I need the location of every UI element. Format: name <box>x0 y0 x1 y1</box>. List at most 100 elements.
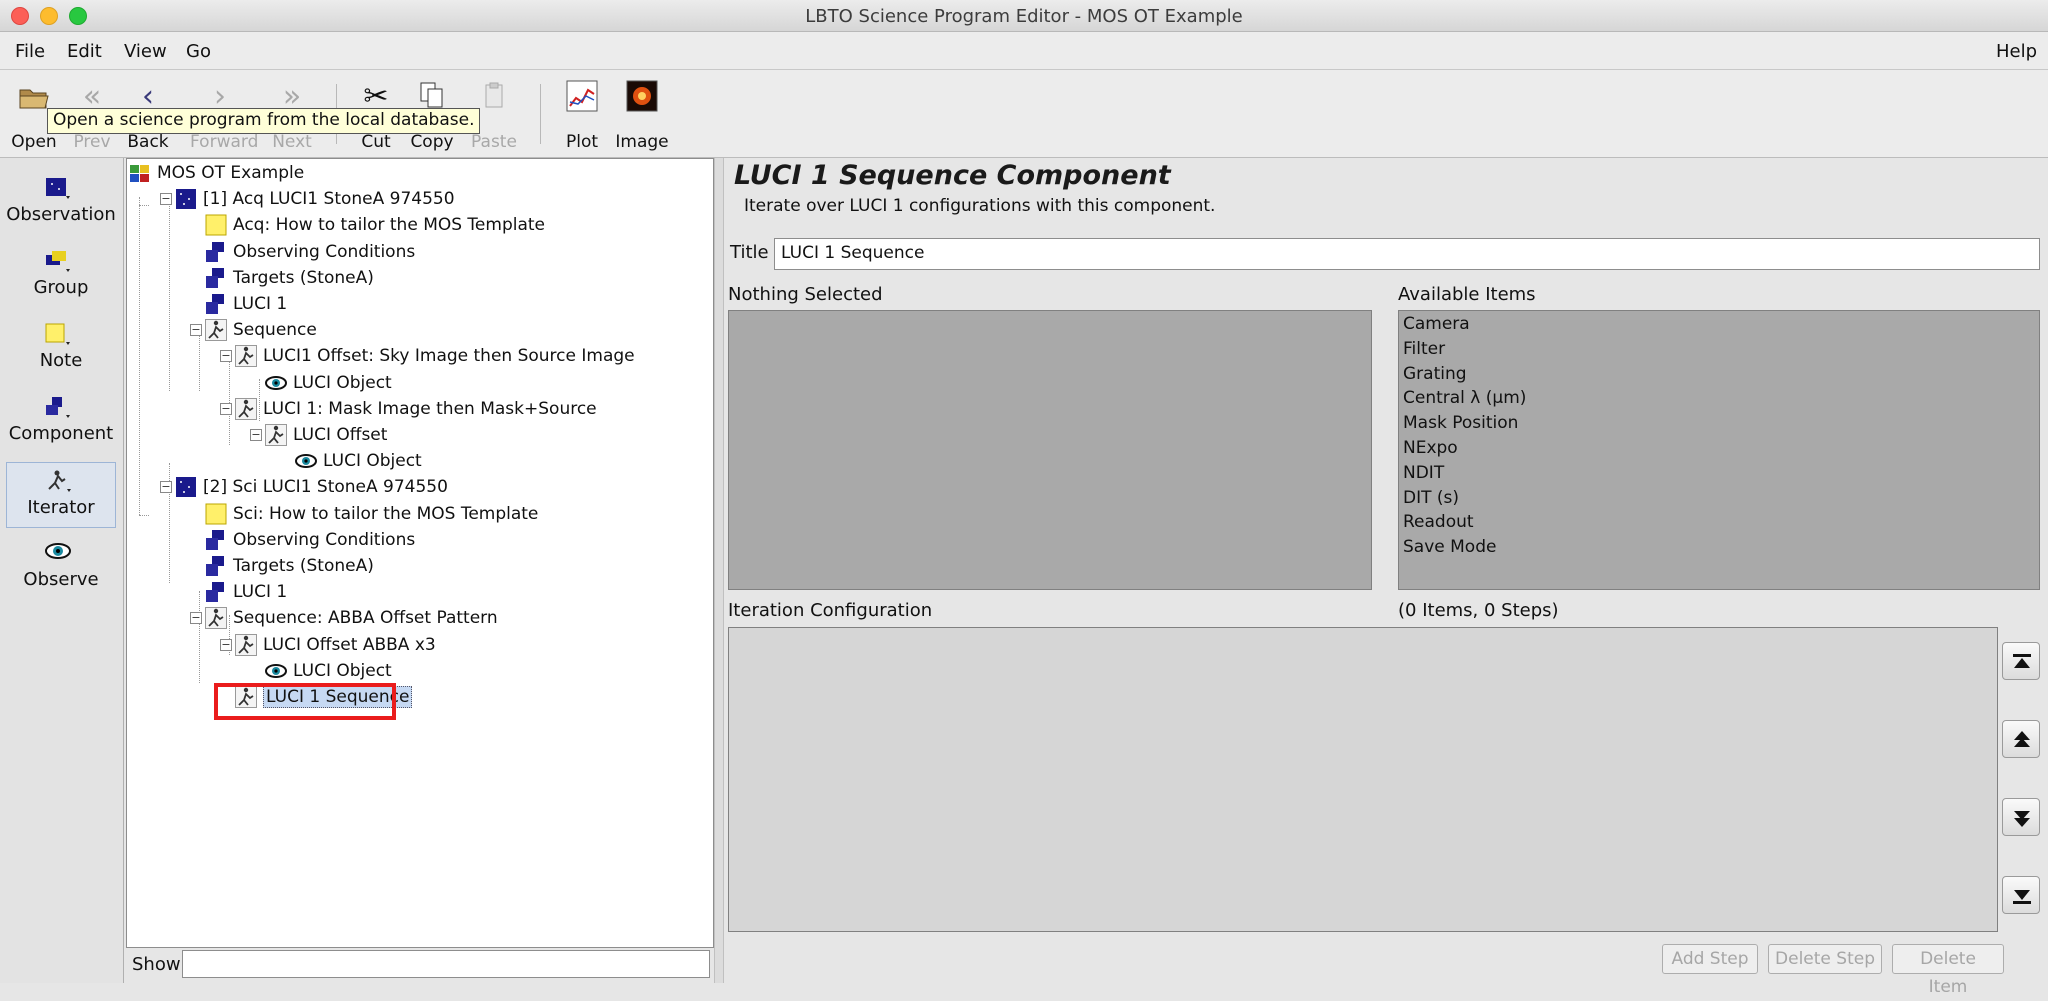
delete-item-button[interactable]: Delete Item <box>1892 944 2004 997</box>
available-item[interactable]: Filter <box>1403 339 1445 359</box>
collapse-toggle[interactable]: − <box>250 429 262 441</box>
available-item[interactable]: Central λ (µm) <box>1403 388 1526 408</box>
available-item[interactable]: Camera <box>1403 314 1470 334</box>
collapse-toggle[interactable]: − <box>220 350 232 363</box>
collapse-toggle[interactable]: − <box>190 324 202 337</box>
plot-button[interactable]: Plot <box>552 78 612 156</box>
palette-note[interactable]: Note <box>6 316 116 382</box>
component-icon <box>205 267 227 289</box>
tree-node[interactable]: LUCI 1 <box>205 580 287 604</box>
tree-node-label: LUCI 1 <box>233 294 288 314</box>
eye-icon <box>44 541 74 567</box>
available-item[interactable]: Save Mode <box>1403 537 1496 557</box>
show-input[interactable] <box>182 950 710 978</box>
tree-node-label: LUCI Object <box>293 660 392 681</box>
tree-node[interactable]: Sci: How to tailor the MOS Template <box>205 502 538 526</box>
move-up-button[interactable] <box>2002 720 2040 758</box>
tree-node[interactable]: Observing Conditions <box>205 240 415 264</box>
collapse-toggle[interactable]: − <box>160 481 172 494</box>
tree-node[interactable]: LUCI Offset ABBA x3 <box>235 633 436 657</box>
add-step-button[interactable]: Add Step <box>1662 944 1758 974</box>
move-to-top-button[interactable] <box>2002 642 2040 680</box>
program-tree: MOS OT Example [1] Acq LUCI1 StoneA 97455… <box>126 158 714 948</box>
tree-node[interactable]: MOS OT Example <box>129 161 304 185</box>
menu-go[interactable]: Go <box>186 41 211 62</box>
tree-node[interactable]: Targets (StoneA) <box>205 266 374 290</box>
tree-node[interactable]: LUCI Object <box>265 371 392 395</box>
move-down-button[interactable] <box>2002 798 2040 836</box>
palette-observation[interactable]: Observation <box>6 170 116 236</box>
available-item[interactable]: Grating <box>1403 364 1467 384</box>
palette-group[interactable]: Group <box>6 243 116 309</box>
tree-node[interactable]: LUCI Object <box>295 449 422 473</box>
palette-component[interactable]: Component <box>6 389 116 455</box>
tree-node-label: Targets (StoneA) <box>233 556 374 576</box>
selected-items-list[interactable] <box>728 310 1372 590</box>
collapse-toggle[interactable]: − <box>160 193 172 206</box>
move-up-icon <box>2014 731 2030 747</box>
menu-edit[interactable]: Edit <box>67 41 102 62</box>
collapse-toggle[interactable]: − <box>190 612 202 625</box>
tree-connector <box>199 327 200 391</box>
prev-label: Prev <box>73 132 111 152</box>
tree-node[interactable]: Observing Conditions <box>205 528 415 552</box>
iteration-table[interactable] <box>728 627 1998 932</box>
collapse-toggle[interactable]: − <box>220 402 232 415</box>
plot-label: Plot <box>565 132 599 152</box>
tree-node-label: Acq: How to tailor the MOS Template <box>233 215 546 236</box>
tree-connector <box>169 199 170 391</box>
tree-node[interactable]: Acq: How to tailor the MOS Template <box>205 213 545 237</box>
eye-icon <box>265 660 287 682</box>
available-item[interactable]: NExpo <box>1403 438 1458 458</box>
tree-node-label: Sci: How to tailor the MOS Template <box>233 503 539 524</box>
tree-node-label: Observing Conditions <box>233 529 416 550</box>
tree-node[interactable]: Targets (StoneA) <box>205 554 374 578</box>
image-button[interactable]: Image <box>612 78 672 156</box>
tree-node[interactable]: Sequence: ABBA Offset Pattern <box>205 606 498 630</box>
tree-node[interactable]: LUCI1 Offset: Sky Image then Source Imag… <box>235 344 635 368</box>
tree-connector <box>199 591 200 683</box>
available-item[interactable]: Readout <box>1403 512 1474 532</box>
image-icon <box>625 80 659 114</box>
split-divider[interactable] <box>714 158 724 983</box>
title-field[interactable]: LUCI 1 Sequence <box>774 238 2040 270</box>
available-item[interactable]: NDIT <box>1403 463 1444 483</box>
tree-node[interactable]: LUCI 1 <box>205 292 287 316</box>
tree-node[interactable]: LUCI Object <box>265 659 392 683</box>
palette-observe[interactable]: Observe <box>6 535 116 601</box>
selected-node-highlight <box>214 683 396 720</box>
tree-node-label: [1] Acq LUCI1 StoneA 974550 <box>203 189 455 210</box>
window-title: LBTO Science Program Editor - MOS OT Exa… <box>805 6 1243 27</box>
available-item[interactable]: DIT (s) <box>1403 488 1459 508</box>
tree-node[interactable]: [1] Acq LUCI1 StoneA 974550 <box>175 187 455 211</box>
iterator-icon <box>205 319 227 342</box>
move-to-bottom-button[interactable] <box>2002 876 2040 914</box>
show-bar: Show <box>126 948 714 983</box>
menu-view[interactable]: View <box>124 41 167 62</box>
tree-connector <box>229 353 230 445</box>
menu-file[interactable]: File <box>15 41 45 62</box>
clipboard-icon <box>477 80 511 114</box>
tree-node-label: LUCI 1: Mask Image then Mask+Source <box>263 398 597 419</box>
editor-description: Iterate over LUCI 1 configurations with … <box>744 196 1216 216</box>
tree-node[interactable]: LUCI Offset <box>265 423 387 447</box>
show-label: Show <box>132 954 181 975</box>
menu-help[interactable]: Help <box>1996 41 2037 62</box>
delete-step-button[interactable]: Delete Step <box>1768 944 1882 974</box>
available-item[interactable]: Mask Position <box>1403 413 1518 433</box>
paste-label: Paste <box>471 132 517 152</box>
tree-node[interactable]: LUCI 1: Mask Image then Mask+Source <box>235 397 597 421</box>
tree-node[interactable]: Sequence <box>205 318 317 342</box>
next-label: Next <box>272 132 312 152</box>
palette-iterator[interactable]: Iterator <box>6 462 116 528</box>
component-palette: Observation Group Note Component Iterato… <box>0 158 124 983</box>
palette-observation-label: Observation <box>6 204 116 225</box>
note-icon <box>205 214 227 236</box>
available-items-label: Available Items <box>1398 284 1536 305</box>
copy-label: Copy <box>410 132 454 152</box>
window-titlebar: LBTO Science Program Editor - MOS OT Exa… <box>0 0 2048 32</box>
collapse-toggle[interactable]: − <box>220 638 232 651</box>
editor-heading: LUCI 1 Sequence Component <box>734 160 1171 191</box>
tree-node[interactable]: [2] Sci LUCI1 StoneA 974550 <box>175 475 448 499</box>
available-items-list[interactable]: Camera Filter Grating Central λ (µm) Mask Po… <box>1398 310 2040 590</box>
